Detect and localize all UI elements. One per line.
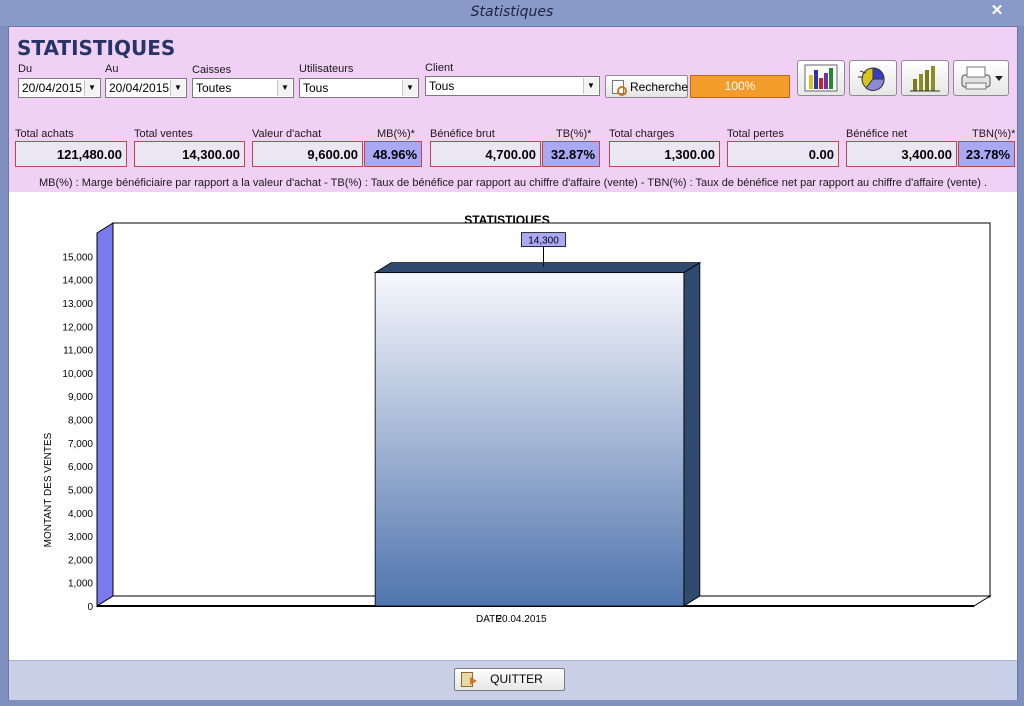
client-label: Client xyxy=(425,62,454,74)
chevron-down-icon[interactable]: ▼ xyxy=(170,80,185,96)
ratio-legend: MB(%) : Marge bénéficiaire par rapport a… xyxy=(38,177,988,189)
chevron-down-icon[interactable]: ▼ xyxy=(277,80,292,96)
x-tick-label: 20.04.2015 xyxy=(496,614,546,625)
chevron-down-icon[interactable]: ▼ xyxy=(402,80,417,96)
chevron-down-icon[interactable]: ▼ xyxy=(84,80,99,96)
y-tick-label: 5,000 xyxy=(68,485,93,496)
total-charges-value: 1,300.00 xyxy=(609,141,720,167)
y-tick-label: 8,000 xyxy=(68,416,93,427)
total-ventes-label: Total ventes xyxy=(134,128,193,140)
benefice-brut-value: 4,700.00 xyxy=(430,141,541,167)
y-tick-label: 6,000 xyxy=(68,462,93,473)
bar-top-face xyxy=(373,262,702,274)
y-tick-label: 9,000 xyxy=(68,392,93,403)
bar xyxy=(374,272,685,607)
y-tick-label: 0 xyxy=(87,602,93,613)
utilisateurs-label: Utilisateurs xyxy=(299,63,354,75)
page-title: STATISTIQUES xyxy=(17,36,176,60)
y-tick-label: 14,000 xyxy=(62,276,93,287)
exit-icon xyxy=(461,672,477,687)
y-tick-label: 15,000 xyxy=(62,252,93,263)
recherche-button[interactable]: Recherche xyxy=(605,75,688,98)
column-chart-icon xyxy=(910,66,940,92)
y-tick-label: 2,000 xyxy=(68,555,93,566)
benefice-net-value: 3,400.00 xyxy=(846,141,957,167)
total-pertes-value: 0.00 xyxy=(727,141,839,167)
valeur-achat-value: 9,600.00 xyxy=(252,141,363,167)
total-achats-label: Total achats xyxy=(15,128,74,140)
y-tick-label: 4,000 xyxy=(68,509,93,520)
y-tick-label: 13,000 xyxy=(62,299,93,310)
tb-label: TB(%)* xyxy=(556,128,592,140)
bar-chart-3d-icon xyxy=(804,64,838,92)
utilisateurs-select[interactable]: Tous ▼ xyxy=(299,78,419,98)
y-tick-label: 7,000 xyxy=(68,439,93,450)
y-axis-label: MONTANT DES VENTES xyxy=(43,432,54,547)
progress-bar: 100% xyxy=(690,75,790,98)
tbn-value: 23.78% xyxy=(958,141,1015,167)
chart-bars: 14,300 20.04.2015 xyxy=(373,232,702,625)
search-icon xyxy=(612,80,627,96)
benefice-brut-label: Bénéfice brut xyxy=(430,128,495,140)
client-value: Tous xyxy=(429,79,455,93)
benefice-net-label: Bénéfice net xyxy=(846,128,908,140)
au-value: 20/04/2015 xyxy=(109,81,170,95)
window-title: Statistiques xyxy=(470,4,554,20)
mb-value: 48.96% xyxy=(364,141,422,167)
au-label: Au xyxy=(105,63,119,75)
tb-value: 32.87% xyxy=(542,141,600,167)
column-chart-button[interactable] xyxy=(901,60,949,96)
client-select[interactable]: Tous ▼ xyxy=(425,76,600,96)
caisses-label: Caisses xyxy=(192,64,232,76)
caisses-value: Toutes xyxy=(196,81,232,95)
x-axis-label: DATE xyxy=(476,614,502,625)
header-panel: STATISTIQUES Du 20/04/2015 ▼ Au 20/04/20… xyxy=(9,27,1017,192)
total-achats-value: 121,480.00 xyxy=(15,141,127,167)
y-tick-label: 10,000 xyxy=(62,369,93,380)
au-date-field[interactable]: 20/04/2015 ▼ xyxy=(105,78,187,98)
quitter-label: QUITTER xyxy=(490,672,543,686)
print-button[interactable] xyxy=(953,60,1009,96)
utilisateurs-value: Tous xyxy=(303,81,329,95)
total-ventes-value: 14,300.00 xyxy=(134,141,245,167)
chart-side-wall xyxy=(96,222,114,607)
recherche-label: Recherche xyxy=(630,80,689,94)
quitter-button[interactable]: QUITTER xyxy=(454,668,565,691)
total-pertes-label: Total pertes xyxy=(727,128,784,140)
footer-bar: QUITTER xyxy=(9,660,1017,700)
y-tick-label: 12,000 xyxy=(62,322,93,333)
bar-chart-3d-button[interactable] xyxy=(797,60,845,96)
du-date-field[interactable]: 20/04/2015 ▼ xyxy=(18,78,101,98)
du-value: 20/04/2015 xyxy=(22,81,83,95)
main-window: STATISTIQUES Du 20/04/2015 ▼ Au 20/04/20… xyxy=(8,26,1018,700)
bar-side-face xyxy=(683,261,701,607)
y-tick-label: 3,000 xyxy=(68,532,93,543)
mb-label: MB(%)* xyxy=(377,128,415,140)
y-tick-label: 1,000 xyxy=(68,579,93,590)
pie-chart-icon xyxy=(858,67,885,92)
data-label: 14,300 xyxy=(528,236,559,247)
chevron-down-icon[interactable]: ▼ xyxy=(583,78,598,94)
sales-chart: STATISTIQUES 0 1,000 2,000 3,000 4,000 5,000 6… xyxy=(9,194,1017,660)
window-titlebar: Statistiques ✕ xyxy=(0,0,1024,26)
valeur-achat-label: Valeur d'achat xyxy=(252,128,322,140)
du-label: Du xyxy=(18,63,33,75)
pie-chart-button[interactable] xyxy=(849,60,897,96)
tbn-label: TBN(%)* xyxy=(972,128,1016,140)
close-icon[interactable]: ✕ xyxy=(986,2,1008,20)
chart-svg: STATISTIQUES 01,0002,0003,0004,0005,0006… xyxy=(43,213,992,625)
y-tick-label: 11,000 xyxy=(63,346,93,357)
caisses-select[interactable]: Toutes ▼ xyxy=(192,78,294,98)
total-charges-label: Total charges xyxy=(609,128,675,140)
print-icon xyxy=(961,66,1003,90)
y-axis-ticks: 0 1,000 2,000 3,000 4,000 5,000 6,000 7,000 8,00… xyxy=(62,252,93,613)
